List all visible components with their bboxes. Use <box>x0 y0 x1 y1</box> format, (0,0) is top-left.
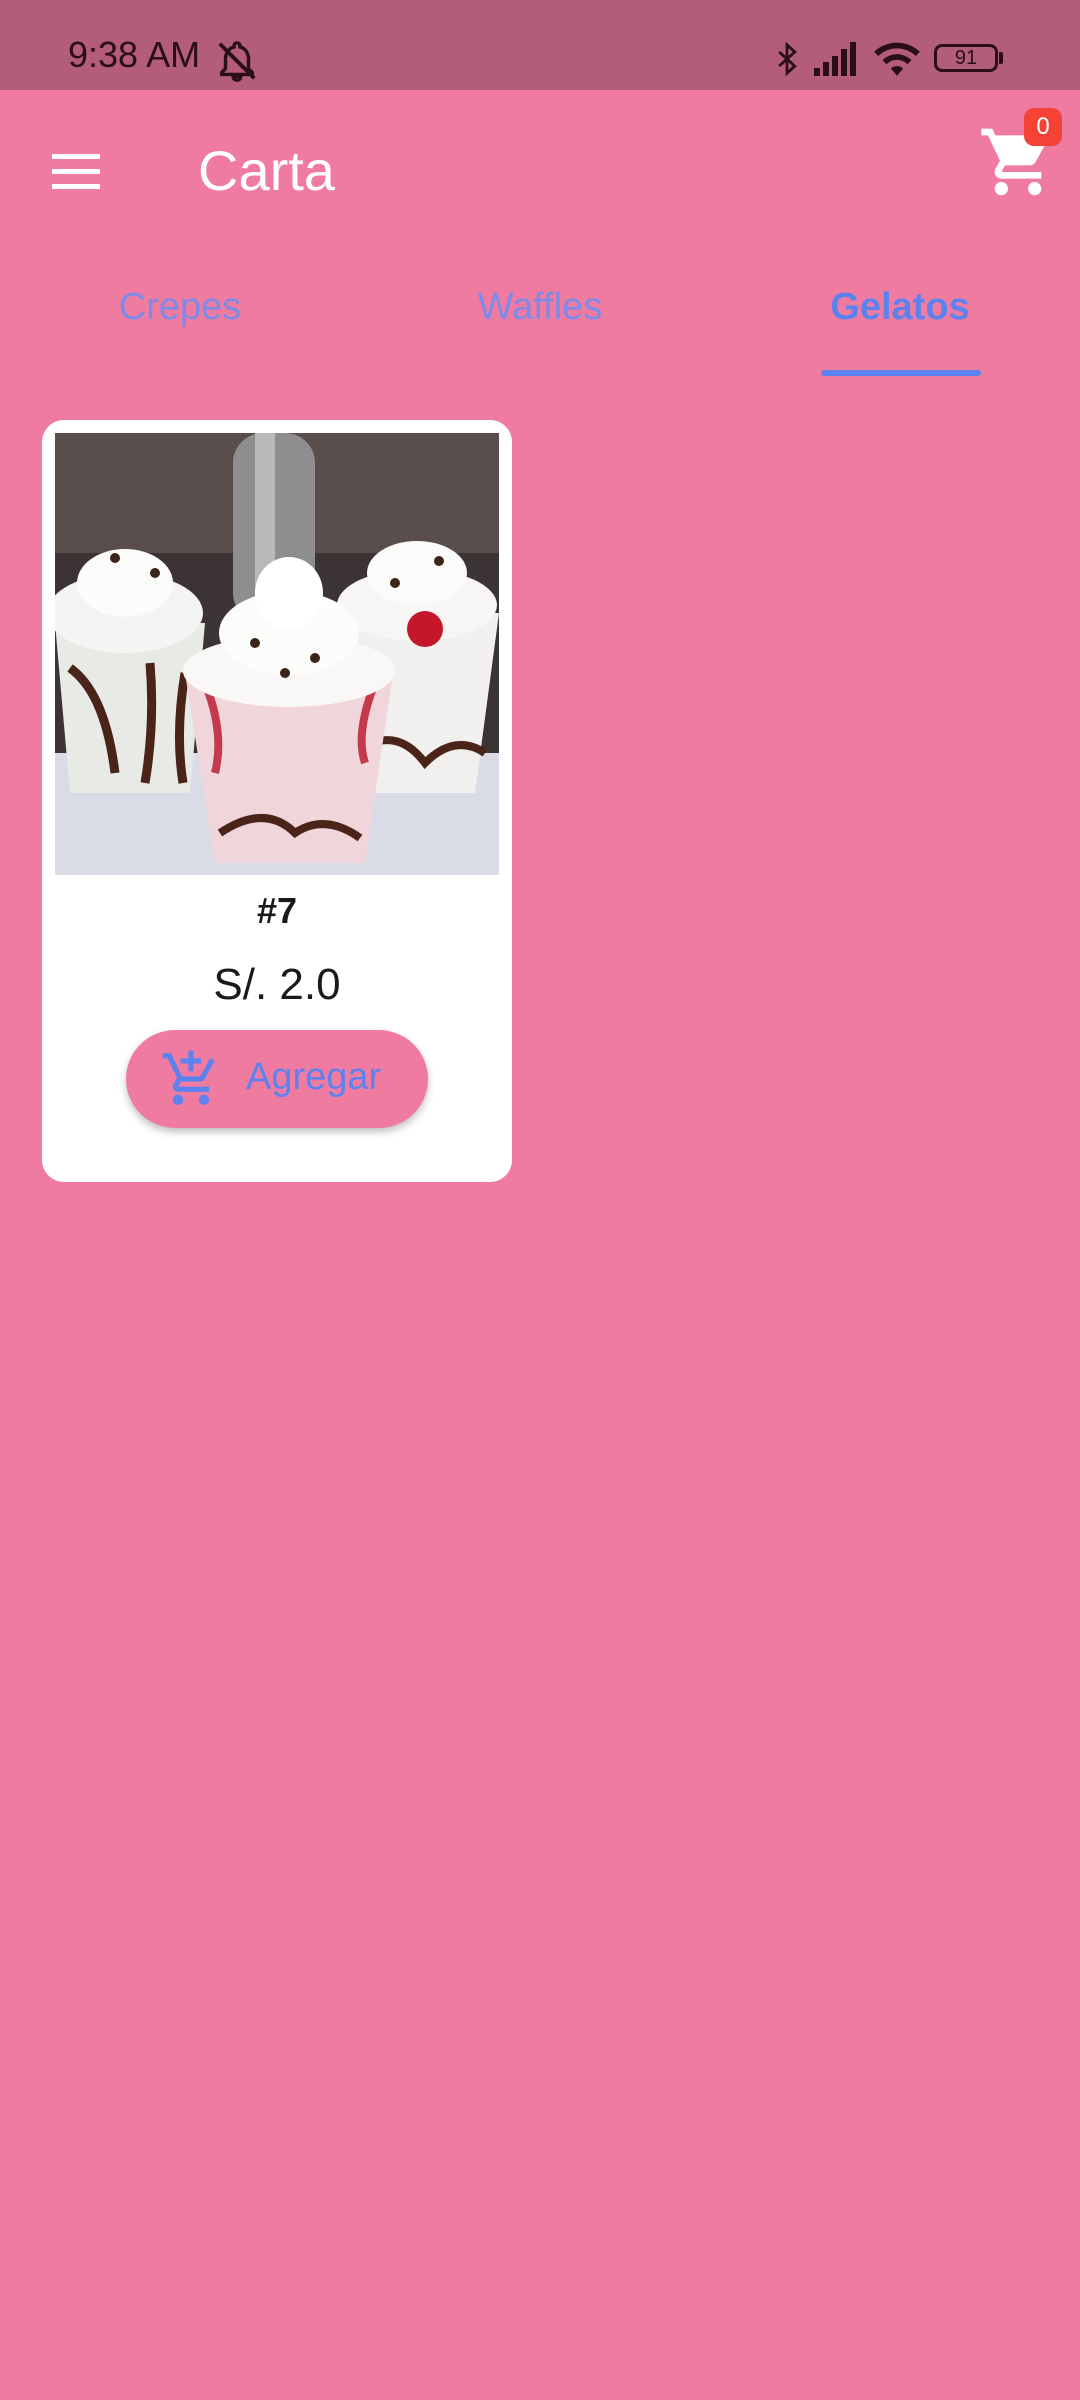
page-title: Carta <box>198 139 335 202</box>
add-button-label: Agregar <box>246 1056 382 1098</box>
tab-indicator <box>821 370 981 376</box>
status-time: 9:38 AM <box>68 34 201 75</box>
battery-tip <box>999 52 1003 64</box>
product-price: S/. 2.0 <box>213 960 341 1009</box>
battery-icon: 91 <box>934 44 998 72</box>
add-to-cart-button[interactable]: Agregar <box>126 1030 428 1128</box>
app-bar: Carta <box>0 90 1080 250</box>
category-tabs: Crepes Waffles Gelatos <box>0 250 1080 380</box>
product-name: #7 <box>256 890 298 931</box>
bluetooth-icon <box>778 41 797 77</box>
cart-count-badge: 0 <box>1024 108 1062 146</box>
signal-icon <box>814 42 856 76</box>
wifi-icon <box>874 42 920 76</box>
tab-crepes[interactable]: Crepes <box>0 286 360 329</box>
mute-icon <box>218 41 256 82</box>
status-bar: 9:38 AM 91 <box>0 0 1080 90</box>
product-image <box>55 433 499 875</box>
add-to-cart-icon <box>162 1050 215 1105</box>
tab-waffles[interactable]: Waffles <box>360 286 720 329</box>
tab-gelatos[interactable]: Gelatos <box>720 286 1080 329</box>
menu-icon[interactable] <box>46 142 106 202</box>
product-card[interactable]: #7 S/. 2.0 Agregar <box>42 420 512 1182</box>
